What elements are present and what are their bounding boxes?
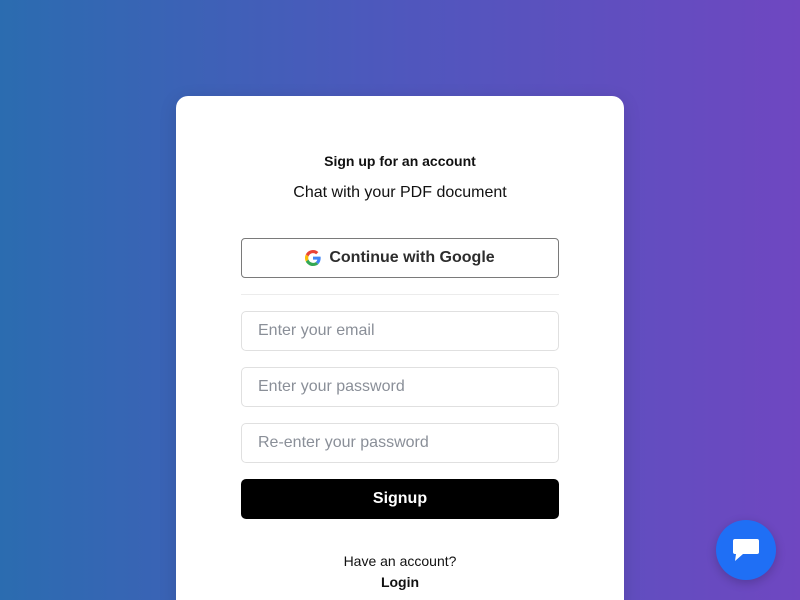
confirm-password-field[interactable] [241,423,559,463]
chat-widget-button[interactable] [716,520,776,580]
google-button-label: Continue with Google [329,249,495,266]
signup-card: Sign up for an account Chat with your PD… [176,96,624,600]
password-field[interactable] [241,367,559,407]
signup-button[interactable]: Signup [241,479,559,519]
divider [241,294,559,295]
login-link[interactable]: Login [176,574,624,590]
page-subtitle: Chat with your PDF document [293,184,507,201]
page-title: Sign up for an account [324,153,476,169]
email-field[interactable] [241,311,559,351]
google-icon [305,250,322,266]
continue-with-google-button[interactable]: Continue with Google [241,238,559,278]
have-account-text: Have an account? [343,553,457,569]
chat-bubble-icon [733,539,759,561]
